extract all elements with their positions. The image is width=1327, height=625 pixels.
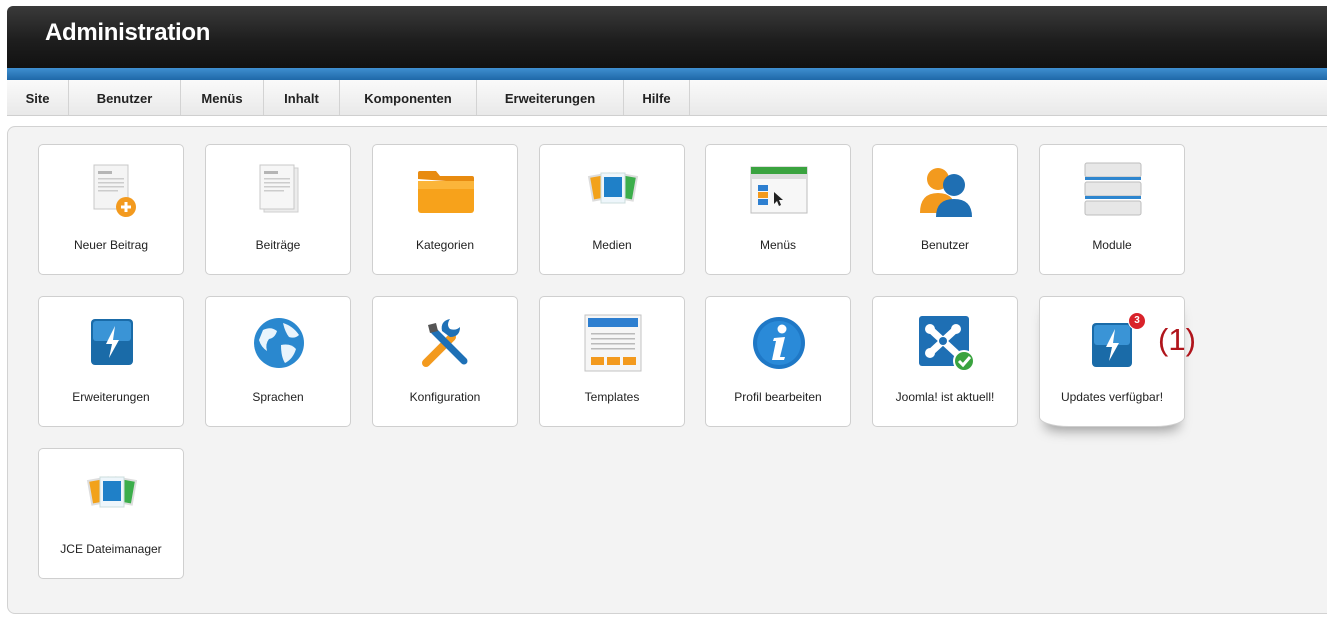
tile-configuration[interactable]: Konfiguration: [372, 296, 518, 427]
admin-header: Administration: [7, 6, 1327, 68]
modules-icon: [1084, 162, 1142, 216]
menu-extensions[interactable]: Erweiterungen: [477, 80, 624, 115]
menu-manager-icon: [750, 166, 808, 214]
tile-label: Kategorien: [415, 238, 475, 252]
page-title: Administration: [45, 19, 211, 46]
tile-menus[interactable]: Menüs: [705, 144, 851, 275]
tile-label: Neuer Beitrag: [73, 238, 149, 252]
new-article-icon: [93, 164, 136, 217]
main-menu: Site Benutzer Menüs Inhalt Komponenten E…: [7, 80, 1327, 116]
tile-extensions[interactable]: Erweiterungen: [38, 296, 184, 427]
joomla-logo-icon: [919, 316, 975, 372]
menu-users[interactable]: Benutzer: [69, 80, 181, 115]
menu-content[interactable]: Inhalt: [264, 80, 340, 115]
update-count-badge: 3: [1128, 312, 1146, 330]
tile-label: Sprachen: [252, 390, 304, 404]
tile-media[interactable]: Medien: [539, 144, 685, 275]
tile-label: Updates verfügbar!: [1060, 390, 1164, 404]
articles-icon: [259, 164, 299, 213]
tile-users[interactable]: Benutzer: [872, 144, 1018, 275]
tile-label: Module: [1092, 238, 1132, 252]
templates-icon: [584, 314, 642, 372]
tile-label: Templates: [584, 390, 640, 404]
users-icon: [920, 168, 972, 217]
tile-new-article[interactable]: Neuer Beitrag: [38, 144, 184, 275]
tile-updates-available[interactable]: 3 Updates verfügbar!: [1039, 296, 1185, 427]
jce-media-icon: [86, 476, 138, 508]
tile-articles[interactable]: Beiträge: [205, 144, 351, 275]
tile-joomla-uptodate[interactable]: Joomla! ist aktuell!: [872, 296, 1018, 427]
media-icon: [587, 172, 639, 204]
tile-categories[interactable]: Kategorien: [372, 144, 518, 275]
tile-label: Profil bearbeiten: [734, 390, 822, 404]
extensions-icon: [91, 319, 133, 365]
tile-label: Konfiguration: [409, 390, 481, 404]
globe-icon: [254, 318, 304, 368]
tile-label: Menüs: [759, 238, 797, 252]
tile-label: Joomla! ist aktuell!: [895, 390, 995, 404]
tile-label: JCE Dateimanager: [60, 542, 162, 556]
tile-label: Beiträge: [255, 238, 301, 252]
callout-annotation: (1): [1158, 322, 1196, 357]
menu-help[interactable]: Hilfe: [624, 80, 690, 115]
tile-label: Erweiterungen: [72, 390, 150, 404]
tile-modules[interactable]: Module: [1039, 144, 1185, 275]
header-accent-bar: [7, 68, 1327, 80]
control-panel: Neuer Beitrag Beiträge Kategorien Medien…: [7, 126, 1327, 614]
tile-edit-profile[interactable]: Profil bearbeiten: [705, 296, 851, 427]
tile-label: Benutzer: [920, 238, 970, 252]
tile-jce-file-manager[interactable]: JCE Dateimanager: [38, 448, 184, 579]
menu-site[interactable]: Site: [7, 80, 69, 115]
tile-languages[interactable]: Sprachen: [205, 296, 351, 427]
tools-icon: [422, 319, 468, 367]
menu-components[interactable]: Komponenten: [340, 80, 477, 115]
tile-label: Medien: [592, 238, 632, 252]
folder-icon: [418, 171, 474, 213]
tile-templates[interactable]: Templates: [539, 296, 685, 427]
info-icon: [753, 317, 805, 369]
menu-menus[interactable]: Menüs: [181, 80, 264, 115]
